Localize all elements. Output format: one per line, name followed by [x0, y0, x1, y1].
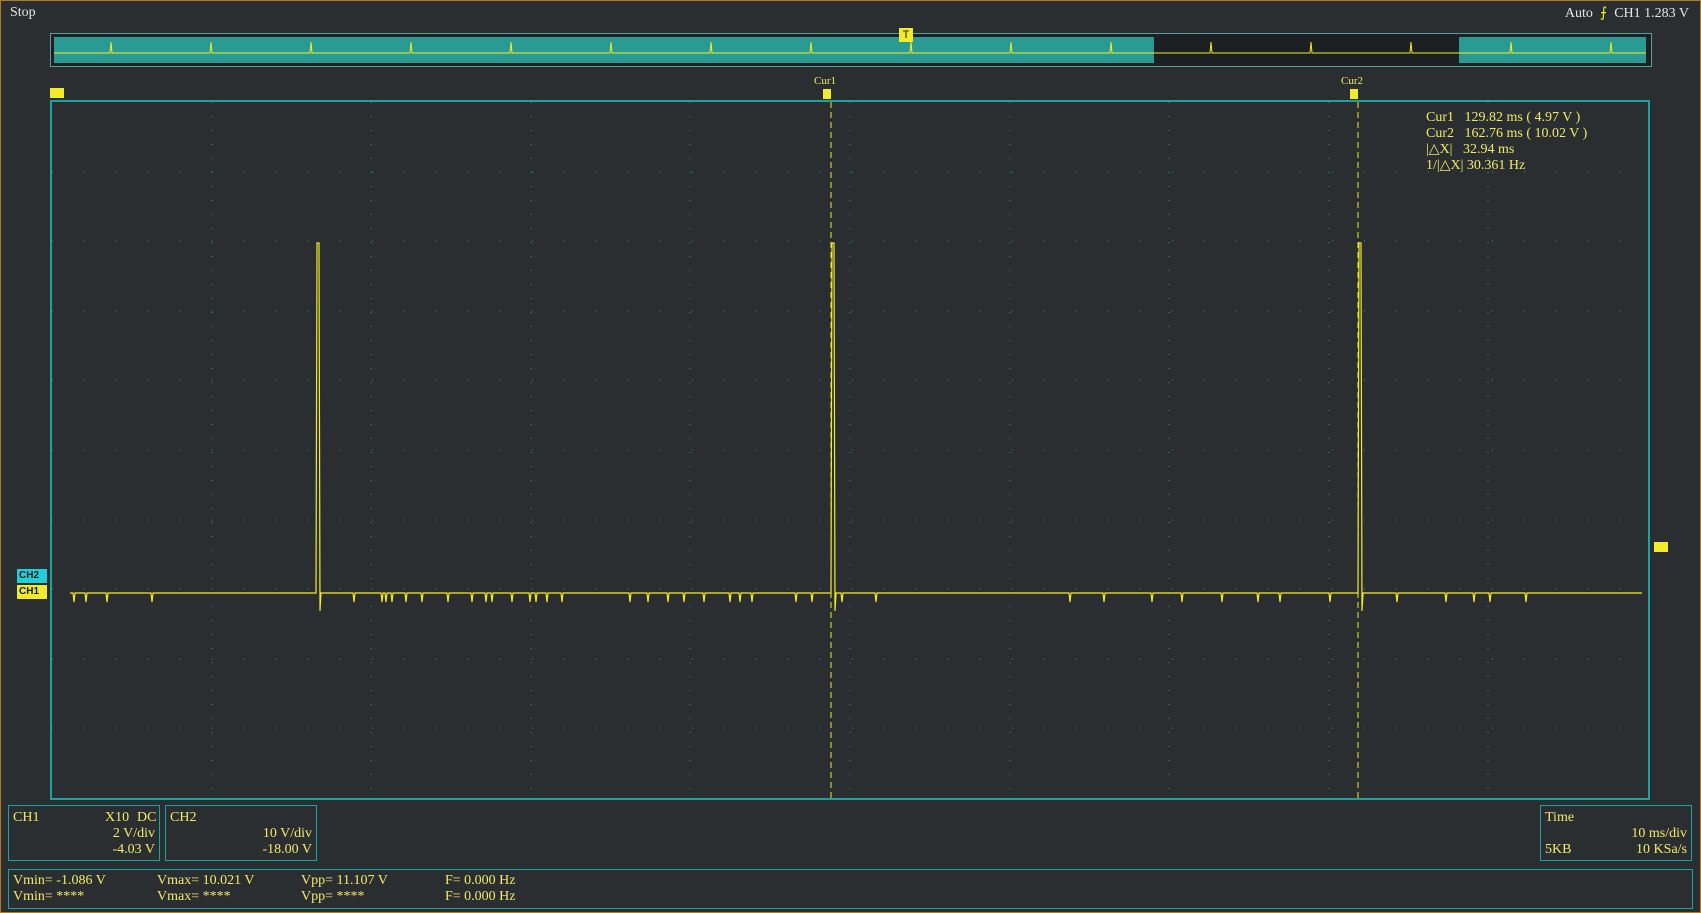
ch2-scale: 10 V/div	[262, 826, 312, 841]
ch1-level-tag[interactable]: CH1	[17, 585, 47, 599]
ch1-vmin: Vmin= -1.086 V	[13, 873, 106, 888]
ch2-offset: -18.00 V	[262, 842, 312, 857]
ch2-freq: F= 0.000 Hz	[445, 889, 516, 904]
cursor1-label: Cur1	[814, 75, 836, 87]
left-position-icon[interactable]	[50, 88, 64, 98]
ch1-trace	[70, 242, 1642, 612]
ch2-vmax: Vmax= ****	[157, 889, 231, 904]
overview-window-left	[54, 37, 1154, 63]
trigger-info: Auto ⨍ CH1 1.283 V	[1565, 5, 1689, 22]
delta-x-readout: |△X| 32.94 ms	[1426, 142, 1515, 157]
cursor2-readout: Cur2 162.76 ms ( 10.02 V )	[1426, 126, 1588, 141]
ch2-vpp: Vpp= ****	[301, 889, 365, 904]
frequency-readout: 1/|△X| 30.361 Hz	[1426, 158, 1526, 173]
rising-edge-icon: ⨍	[1596, 6, 1611, 21]
cursor2-label: Cur2	[1341, 75, 1363, 87]
ch1-settings-panel[interactable]: CH1 X10 DC 2 V/div -4.03 V	[8, 805, 160, 861]
overview-svg	[54, 37, 1646, 63]
overview-window-right	[1459, 37, 1646, 63]
ch1-probe: X10	[105, 810, 130, 825]
ch2-vmin: Vmin= ****	[13, 889, 85, 904]
time-panel-title: Time	[1545, 810, 1575, 825]
ch1-coupling: DC	[137, 810, 157, 825]
cursor-marker-icon[interactable]	[823, 89, 831, 99]
time-scale: 10 ms/div	[1631, 826, 1687, 841]
grid-svg	[52, 102, 1648, 798]
ch1-vpp: Vpp= 11.107 V	[301, 873, 388, 888]
cursor1-readout: Cur1 129.82 ms ( 4.97 V )	[1426, 110, 1581, 125]
ch2-panel-title: CH2	[170, 810, 197, 825]
trigger-mode: Auto	[1564, 6, 1593, 21]
timebase-panel[interactable]: Time 10 ms/div 5KB 10 KSa/s	[1540, 805, 1692, 861]
trigger-t-icon[interactable]: T	[899, 28, 913, 42]
cursor-readout: Cur1 129.82 ms ( 4.97 V ) Cur2 162.76 ms…	[1426, 110, 1587, 174]
ch1-freq: F= 0.000 Hz	[445, 873, 516, 888]
waveform-grid[interactable]	[50, 100, 1650, 800]
right-level-icon[interactable]	[1654, 542, 1668, 552]
ch1-offset: -4.03 V	[112, 842, 155, 857]
sample-rate: 10 KSa/s	[1636, 842, 1687, 857]
ch2-level-tag[interactable]: CH2	[17, 569, 47, 583]
cursor-marker-icon[interactable]	[1350, 89, 1358, 99]
measurements-panel: Vmin= -1.086 V Vmax= 10.021 V Vpp= 11.10…	[8, 869, 1693, 909]
waveform-overview[interactable]	[50, 33, 1652, 67]
ch1-scale: 2 V/div	[112, 826, 155, 841]
trigger-level: 1.283 V	[1644, 6, 1689, 21]
memory-depth: 5KB	[1545, 842, 1572, 857]
trigger-source: CH1	[1614, 6, 1641, 21]
run-status: Stop	[10, 5, 36, 20]
ch1-panel-title: CH1	[13, 810, 40, 825]
ch2-settings-panel[interactable]: CH2 10 V/div -18.00 V	[165, 805, 317, 861]
ch1-vmax: Vmax= 10.021 V	[157, 873, 255, 888]
